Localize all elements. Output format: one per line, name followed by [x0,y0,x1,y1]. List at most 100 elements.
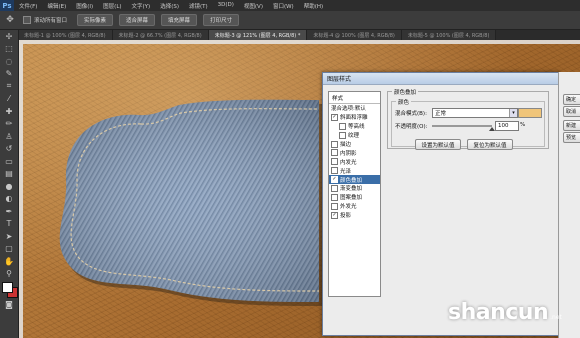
style-checkbox[interactable] [331,193,338,201]
crop-tool-icon[interactable]: ⌗ [0,80,18,93]
style-list-item[interactable]: 图案叠加 [329,193,380,202]
scroll-all-windows-checkbox[interactable] [23,16,31,24]
style-label: 投影 [340,213,352,220]
menu-bar: Ps 文件(F) 编辑(E) 图像(I) 图层(L) 文字(Y) 选择(S) 滤镜(T) 3D… [0,0,580,11]
make-default-button[interactable]: 设置为默认值 [415,139,461,150]
style-list-item[interactable]: ✓ 斜面和浮雕 [329,113,380,122]
type-tool-icon[interactable]: T [0,218,18,231]
menu-item[interactable]: 图层(L) [98,2,126,10]
style-checkbox[interactable] [331,140,338,148]
style-checkbox[interactable] [339,131,346,139]
preview-checkbox[interactable]: 预览 [563,132,580,143]
path-selection-tool-icon[interactable]: ➤ [0,230,18,243]
gradient-tool-icon[interactable]: ▤ [0,168,18,181]
style-list-item[interactable]: 纹理 [329,131,380,140]
menu-item[interactable]: 图像(I) [71,2,98,10]
dialog-title: 图层样式 [323,73,559,85]
actual-pixels-button[interactable]: 实际像素 [77,14,114,26]
tab-document-2[interactable]: 未标题-2 @ 66.7% (图层 4, RGB/8) [112,30,209,40]
style-list-item[interactable]: ✓ 颜色叠加 [329,175,380,185]
menu-item[interactable]: 选择(S) [155,2,184,10]
style-checkbox[interactable]: ✓ [331,176,338,184]
pen-tool-icon[interactable]: ✒ [0,205,18,218]
marquee-tool-icon[interactable]: ⬚ [0,43,18,56]
document-tabs: 未标题-1 @ 100% (图层 4, RGB/8) 未标题-2 @ 66.7%… [18,30,580,40]
style-label: 内发光 [340,159,357,166]
fill-screen-button[interactable]: 填充屏幕 [161,14,198,26]
brush-tool-icon[interactable]: ✏ [0,118,18,131]
menu-item[interactable]: 编辑(E) [42,2,71,10]
blend-mode-label: 混合模式(B): [395,111,427,117]
healing-brush-tool-icon[interactable]: ✚ [0,105,18,118]
opacity-unit: % [520,122,526,128]
hand-tool-icon[interactable]: ✥ [3,14,17,26]
tab-document-1[interactable]: 未标题-1 @ 100% (图层 4, RGB/8) [18,30,113,40]
reset-default-button[interactable]: 复位为默认值 [467,139,513,150]
cancel-button[interactable]: 取消 [563,106,580,117]
style-checkbox[interactable]: ✓ [331,211,338,219]
opacity-slider-track[interactable] [432,125,492,127]
style-checkbox[interactable] [331,202,338,210]
style-label: 图案叠加 [340,195,363,202]
menu-item[interactable]: 文字(Y) [127,2,156,10]
overlay-color-swatch[interactable] [518,108,542,118]
foreground-color-swatch[interactable] [2,282,13,293]
style-list-item[interactable]: ✓ 投影 [329,211,380,220]
clone-stamp-tool-icon[interactable]: ♙ [0,130,18,143]
move-tool-icon[interactable]: ✢ [0,30,18,43]
tools-panel: ✢ ⬚ ◌ ✎ ⌗ ⁄ ✚ ✏ ♙ ↺ ▭ ▤ ● ◐ ✒ T ➤ ▢ ✋ ⚲ … [0,30,19,338]
style-checkbox[interactable] [331,158,338,166]
hand-tool-icon[interactable]: ✋ [0,255,18,268]
menu-item[interactable]: 窗口(W) [268,2,299,10]
style-list-item[interactable]: 光泽 [329,166,380,175]
print-size-button[interactable]: 打印尺寸 [203,14,240,26]
color-swatches[interactable] [0,280,18,298]
tab-document-5[interactable]: 未标题-5 @ 100% (图层 4, RGB/8) [401,30,497,40]
eraser-tool-icon[interactable]: ▭ [0,155,18,168]
eyedropper-tool-icon[interactable]: ⁄ [0,93,18,106]
style-list-item[interactable]: 混合选项:默认 [329,104,380,113]
history-brush-tool-icon[interactable]: ↺ [0,143,18,156]
zoom-tool-icon[interactable]: ⚲ [0,268,18,281]
vertical-ruler [19,44,23,338]
style-list-item[interactable]: 内发光 [329,157,380,166]
shape-tool-icon[interactable]: ▢ [0,243,18,256]
menu-item[interactable]: 文件(F) [14,2,42,10]
menu-item[interactable]: 帮助(H) [299,2,328,10]
opacity-input[interactable]: 100 [495,121,519,131]
watermark-suffix: .net [550,314,562,321]
style-list-item[interactable]: 内阴影 [329,148,380,157]
fit-screen-button[interactable]: 适合屏幕 [119,14,156,26]
dodge-tool-icon[interactable]: ◐ [0,193,18,206]
quick-mask-icon[interactable]: ◙ [0,298,18,311]
opacity-label: 不透明度(O): [395,124,428,130]
ok-button[interactable]: 确定 [563,94,580,105]
style-label: 等高线 [348,124,365,131]
blur-tool-icon[interactable]: ● [0,180,18,193]
lasso-tool-icon[interactable]: ◌ [0,55,18,68]
style-list-item[interactable]: 等高线 [329,122,380,131]
style-label: 渐变叠加 [340,186,363,193]
menu-item[interactable]: 视图(V) [239,2,268,10]
layer-style-dialog: 图层样式 样式 混合选项:默认 ✓ 斜面和浮雕 等高线纹理 描边 内阴影内发光光泽 ✓ 颜色叠… [322,72,560,336]
style-list-item[interactable]: 外发光 [329,202,380,211]
style-label: 内阴影 [340,150,357,157]
menu-item[interactable]: 3D(D) [213,2,239,10]
tab-document-4[interactable]: 未标题-4 @ 100% (图层 4, RGB/8) [307,30,402,40]
style-label: 纹理 [348,133,360,140]
styles-header[interactable]: 样式 [329,92,380,104]
menu-item[interactable]: 滤镜(T) [184,2,213,10]
style-checkbox[interactable] [339,122,346,130]
quick-select-tool-icon[interactable]: ✎ [0,68,18,81]
style-checkbox[interactable] [331,167,338,175]
style-checkbox[interactable] [331,184,338,192]
new-style-button[interactable]: 新建 [563,120,580,131]
site-watermark: shancun .net [448,300,562,325]
style-list-item[interactable]: 渐变叠加 [329,184,380,193]
style-label: 光泽 [340,168,352,175]
style-checkbox[interactable]: ✓ [331,113,338,121]
blend-mode-select[interactable]: 正常 ▾ [432,108,518,118]
style-checkbox[interactable] [331,149,338,157]
tab-document-3[interactable]: 未标题-3 @ 121% (图层 4, RGB/8) * [208,30,308,40]
style-list-item[interactable]: 描边 [329,140,380,149]
